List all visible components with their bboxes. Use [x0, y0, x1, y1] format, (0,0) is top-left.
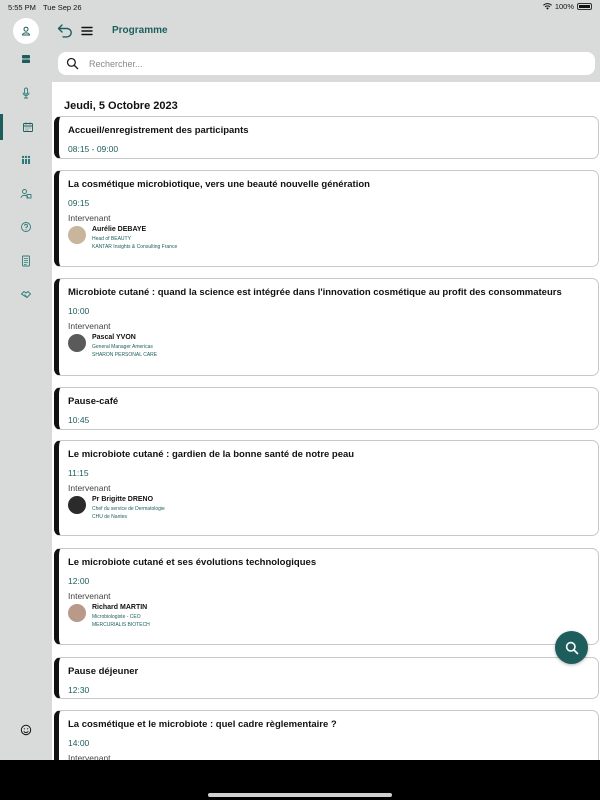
session-card[interactable]: La cosmétique et le microbiote : quel ca… — [54, 710, 599, 760]
help-icon — [21, 222, 31, 232]
speaker-photo[interactable] — [68, 334, 86, 352]
speaker-role: Chef du service de Dermatologie — [92, 506, 165, 512]
session-title: La cosmétique et le microbiote : quel ca… — [68, 719, 337, 730]
speaker-label: Intervenant — [68, 753, 111, 760]
speaker-company: MERCURIALIS BIOTECH — [92, 622, 150, 628]
back-icon[interactable] — [56, 22, 74, 40]
sidebar-item-help[interactable] — [0, 214, 52, 240]
speaker-role: Head of BEAUTY — [92, 236, 131, 242]
search-bar[interactable] — [58, 52, 595, 75]
people-icon — [21, 155, 31, 164]
sidebar-item-programme[interactable] — [0, 114, 52, 140]
profile-button[interactable] — [13, 18, 39, 44]
speaker-role: Microbiologiste - CEO — [92, 614, 141, 620]
status-time: 5:55 PM — [8, 3, 36, 12]
speaker-photo[interactable] — [68, 604, 86, 622]
smiley-icon — [20, 724, 32, 736]
session-card[interactable]: Microbiote cutané : quand la science est… — [54, 278, 599, 376]
sidebar-item-exhibitors[interactable] — [0, 181, 52, 207]
search-icon — [66, 57, 79, 70]
sidebar-item-documents[interactable] — [0, 248, 52, 274]
session-title: Microbiote cutané : quand la science est… — [68, 287, 562, 298]
calendar-icon — [22, 122, 33, 132]
stack-icon — [22, 55, 30, 63]
speaker-label: Intervenant — [68, 321, 111, 331]
menu-icon[interactable] — [80, 23, 94, 39]
sidebar-item-feedback[interactable] — [0, 717, 52, 743]
user-card-icon — [20, 189, 32, 199]
session-time: 09:15 — [68, 198, 90, 208]
floating-search-button[interactable] — [555, 631, 588, 664]
day-title: Jeudi, 5 Octobre 2023 — [64, 100, 178, 112]
session-title: Le microbiote cutané et ses évolutions t… — [68, 557, 317, 568]
session-time: 10:45 — [68, 415, 90, 425]
sidebar-item-partners[interactable] — [0, 281, 52, 307]
sidebar-item-participants[interactable] — [0, 147, 52, 173]
status-bar: 5:55 PM Tue Sep 26 100% — [0, 0, 600, 14]
user-icon — [21, 26, 31, 36]
session-time: 10:00 — [68, 306, 90, 316]
search-input[interactable] — [89, 58, 569, 69]
session-title: Pause-café — [68, 396, 119, 407]
speaker-name[interactable]: Pascal YVON — [92, 334, 136, 341]
session-time: 11:15 — [68, 468, 89, 478]
session-card[interactable]: Pause-café 10:45 — [54, 387, 599, 430]
session-time: 12:30 — [68, 685, 90, 695]
page-title: Programme — [112, 25, 168, 36]
speaker-role: General Manager Americas — [92, 344, 153, 350]
speaker-name[interactable]: Aurélie DEBAYE — [92, 226, 146, 233]
session-card[interactable]: Le microbiote cutané : gardien de la bon… — [54, 440, 599, 536]
search-icon — [565, 641, 578, 654]
session-title: Pause déjeuner — [68, 666, 139, 677]
session-time: 08:15 - 09:00 — [68, 144, 119, 154]
session-card[interactable]: La cosmétique microbiotique, vers une be… — [54, 170, 599, 267]
session-title: Le microbiote cutané : gardien de la bon… — [68, 449, 355, 460]
speaker-label: Intervenant — [68, 483, 111, 493]
session-title: La cosmétique microbiotique, vers une be… — [68, 179, 370, 190]
session-card[interactable]: Accueil/enregistrement des participants … — [54, 116, 599, 159]
speaker-company: KANTAR Insights & Consulting France — [92, 244, 178, 250]
speaker-label: Intervenant — [68, 591, 111, 601]
programme-list: Jeudi, 5 Octobre 2023 Accueil/enregistre… — [52, 82, 600, 760]
session-card[interactable]: Pause déjeuner 12:30 — [54, 657, 599, 699]
top-bar: Programme — [52, 14, 600, 48]
handshake-icon — [20, 290, 32, 299]
home-indicator[interactable] — [208, 793, 392, 797]
status-right: 100% — [542, 2, 592, 11]
speaker-photo[interactable] — [68, 226, 86, 244]
session-title: Accueil/enregistrement des participants — [68, 125, 249, 136]
speaker-company: CHU de Nantes — [92, 514, 128, 520]
battery-icon — [577, 3, 592, 10]
microphone-icon — [22, 87, 30, 99]
sidebar — [0, 14, 52, 760]
speaker-name[interactable]: Pr Brigitte DRENO — [92, 496, 153, 503]
battery-percent: 100% — [554, 2, 574, 11]
speaker-name[interactable]: Richard MARTIN — [92, 604, 147, 611]
document-icon — [22, 255, 30, 267]
sidebar-item-dashboard[interactable] — [0, 46, 52, 72]
session-card[interactable]: Le microbiote cutané et ses évolutions t… — [54, 548, 599, 645]
speaker-label: Intervenant — [68, 213, 111, 223]
session-time: 12:00 — [68, 576, 90, 586]
speaker-company: SHARON PERSONAL CARE — [92, 352, 158, 358]
session-time: 14:00 — [68, 738, 90, 748]
status-date: Tue Sep 26 — [43, 3, 82, 12]
sidebar-item-speakers[interactable] — [0, 80, 52, 106]
wifi-icon — [542, 3, 552, 10]
speaker-photo[interactable] — [68, 496, 86, 514]
